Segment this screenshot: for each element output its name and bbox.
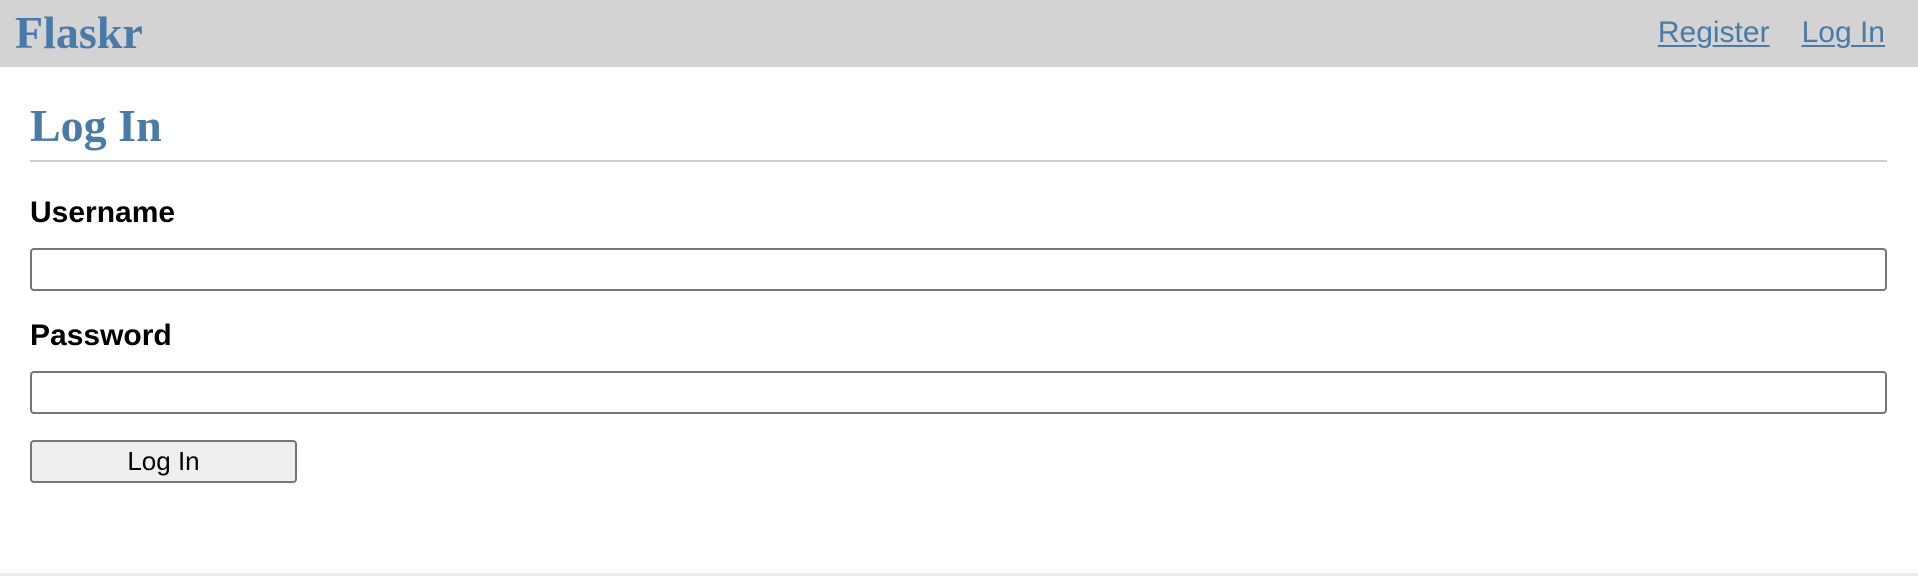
nav-links: Register Log In [1658, 16, 1885, 50]
login-link[interactable]: Log In [1802, 16, 1885, 50]
content: Log In Username Password Log In [0, 67, 1918, 483]
username-input[interactable] [30, 248, 1887, 291]
register-link[interactable]: Register [1658, 16, 1770, 50]
navbar: Flaskr Register Log In [0, 0, 1918, 67]
bottom-divider [0, 573, 1918, 576]
password-input[interactable] [30, 371, 1887, 414]
page: Flaskr Register Log In Log In Username P… [0, 0, 1918, 578]
username-label: Username [30, 196, 176, 229]
page-title: Log In [30, 67, 1887, 162]
login-form: Username Password Log In [30, 198, 1887, 483]
brand-title: Flaskr [15, 6, 143, 58]
password-label: Password [30, 319, 172, 352]
login-button[interactable]: Log In [30, 440, 297, 483]
